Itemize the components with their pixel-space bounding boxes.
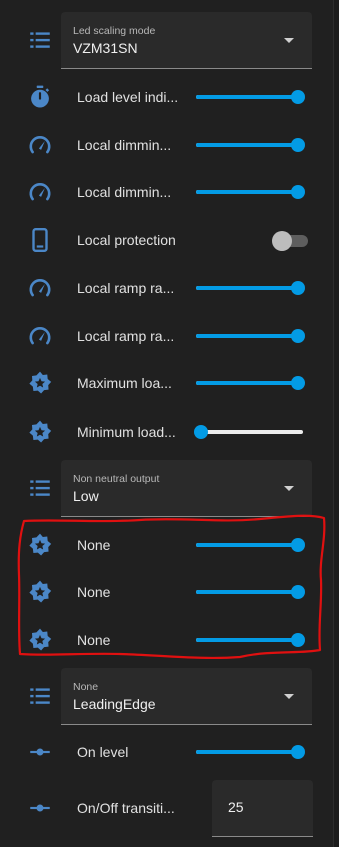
setting-label: On level <box>77 744 129 760</box>
unnamed-slider-1[interactable] <box>196 538 305 552</box>
on-off-transition-input[interactable]: 25 <box>212 780 313 837</box>
slider-fill <box>196 381 298 385</box>
select-label: None <box>73 681 99 693</box>
local-ramp-rate-slider-2[interactable] <box>196 329 305 343</box>
setting-label: Maximum loa... <box>77 375 172 391</box>
slider-icon <box>26 794 54 822</box>
chevron-down-icon <box>284 12 294 68</box>
slider-fill <box>196 286 298 290</box>
setting-label: Local dimmin... <box>77 184 172 200</box>
speedometer-icon <box>26 274 54 302</box>
slider-thumb[interactable] <box>291 90 305 104</box>
select-value: VZM31SN <box>73 40 138 56</box>
settings-panel: Led scaling mode VZM31SN Load level indi… <box>0 0 334 847</box>
non-neutral-output-row: Non neutral output Low <box>0 460 333 517</box>
slider-fill <box>196 190 298 194</box>
slider-thumb[interactable] <box>291 138 305 152</box>
on-level-row: On level <box>0 737 333 767</box>
speedometer-icon <box>26 322 54 350</box>
slider-fill <box>196 590 298 594</box>
maximum-load-slider[interactable] <box>196 376 305 390</box>
select-value: LeadingEdge <box>73 696 156 712</box>
local-dimming-row-1: Local dimmin... <box>0 130 333 160</box>
select-label: Led scaling mode <box>73 25 156 37</box>
speedometer-icon <box>26 178 54 206</box>
on-off-transition-row: On/Off transiti... 25 <box>0 780 333 837</box>
chevron-down-icon <box>284 668 294 724</box>
slider-icon <box>26 738 54 766</box>
minimum-load-slider[interactable] <box>194 425 303 439</box>
slider-thumb[interactable] <box>291 376 305 390</box>
list-icon <box>26 26 54 54</box>
setting-label: Local ramp ra... <box>77 280 175 296</box>
speedometer-icon <box>26 131 54 159</box>
slider-thumb[interactable] <box>291 538 305 552</box>
slider-fill <box>196 334 298 338</box>
setting-label: None <box>77 584 111 600</box>
on-level-slider[interactable] <box>196 745 305 759</box>
list-icon <box>26 682 54 710</box>
led-scaling-mode-row: Led scaling mode VZM31SN <box>0 12 333 69</box>
unnamed-slider-2[interactable] <box>196 585 305 599</box>
gear-star-icon <box>26 369 54 397</box>
gear-star-icon <box>26 626 54 654</box>
load-level-indicator-row: Load level indi... <box>0 82 333 112</box>
minimum-load-row: Minimum load... <box>0 417 333 447</box>
unnamed-setting-row-1: None <box>0 530 333 560</box>
gear-star-icon <box>26 418 54 446</box>
phone-icon <box>26 226 54 254</box>
toggle-thumb <box>272 231 292 251</box>
gear-star-icon <box>26 531 54 559</box>
slider-thumb[interactable] <box>291 185 305 199</box>
setting-label: Load level indi... <box>77 89 179 105</box>
local-ramp-rate-slider-1[interactable] <box>196 281 305 295</box>
slider-fill <box>196 750 298 754</box>
slider-thumb[interactable] <box>194 425 208 439</box>
slider-thumb[interactable] <box>291 585 305 599</box>
gear-star-icon <box>26 578 54 606</box>
local-dimming-slider-2[interactable] <box>196 185 305 199</box>
slider-thumb[interactable] <box>291 329 305 343</box>
select-label: Non neutral output <box>73 473 160 485</box>
unnamed-setting-row-2: None <box>0 577 333 607</box>
led-scaling-mode-select[interactable]: Led scaling mode VZM31SN <box>61 12 312 69</box>
local-ramp-rate-row-1: Local ramp ra... <box>0 273 333 303</box>
leading-edge-row: None LeadingEdge <box>0 668 333 725</box>
slider-thumb[interactable] <box>291 745 305 759</box>
setting-label: On/Off transiti... <box>77 800 175 816</box>
input-value: 25 <box>228 799 244 815</box>
local-dimming-slider-1[interactable] <box>196 138 305 152</box>
select-value: Low <box>73 488 99 504</box>
local-ramp-rate-row-2: Local ramp ra... <box>0 321 333 351</box>
setting-label: None <box>77 632 111 648</box>
slider-fill <box>196 543 298 547</box>
setting-label: None <box>77 537 111 553</box>
list-icon <box>26 474 54 502</box>
slider-fill <box>196 638 298 642</box>
local-protection-row: Local protection <box>0 225 333 255</box>
unnamed-slider-3[interactable] <box>196 633 305 647</box>
slider-thumb[interactable] <box>291 633 305 647</box>
local-protection-toggle[interactable] <box>272 230 308 251</box>
load-level-slider[interactable] <box>196 90 305 104</box>
slider-fill <box>196 143 298 147</box>
leading-edge-select[interactable]: None LeadingEdge <box>61 668 312 725</box>
setting-label: Local protection <box>77 232 176 248</box>
setting-label: Local ramp ra... <box>77 328 175 344</box>
local-dimming-row-2: Local dimmin... <box>0 177 333 207</box>
maximum-load-row: Maximum loa... <box>0 368 333 398</box>
slider-thumb[interactable] <box>291 281 305 295</box>
setting-label: Minimum load... <box>77 424 176 440</box>
timer-icon <box>26 83 54 111</box>
non-neutral-output-select[interactable]: Non neutral output Low <box>61 460 312 517</box>
chevron-down-icon <box>284 460 294 516</box>
setting-label: Local dimmin... <box>77 137 172 153</box>
slider-fill <box>196 95 298 99</box>
slider-track <box>196 430 303 434</box>
unnamed-setting-row-3: None <box>0 625 333 655</box>
